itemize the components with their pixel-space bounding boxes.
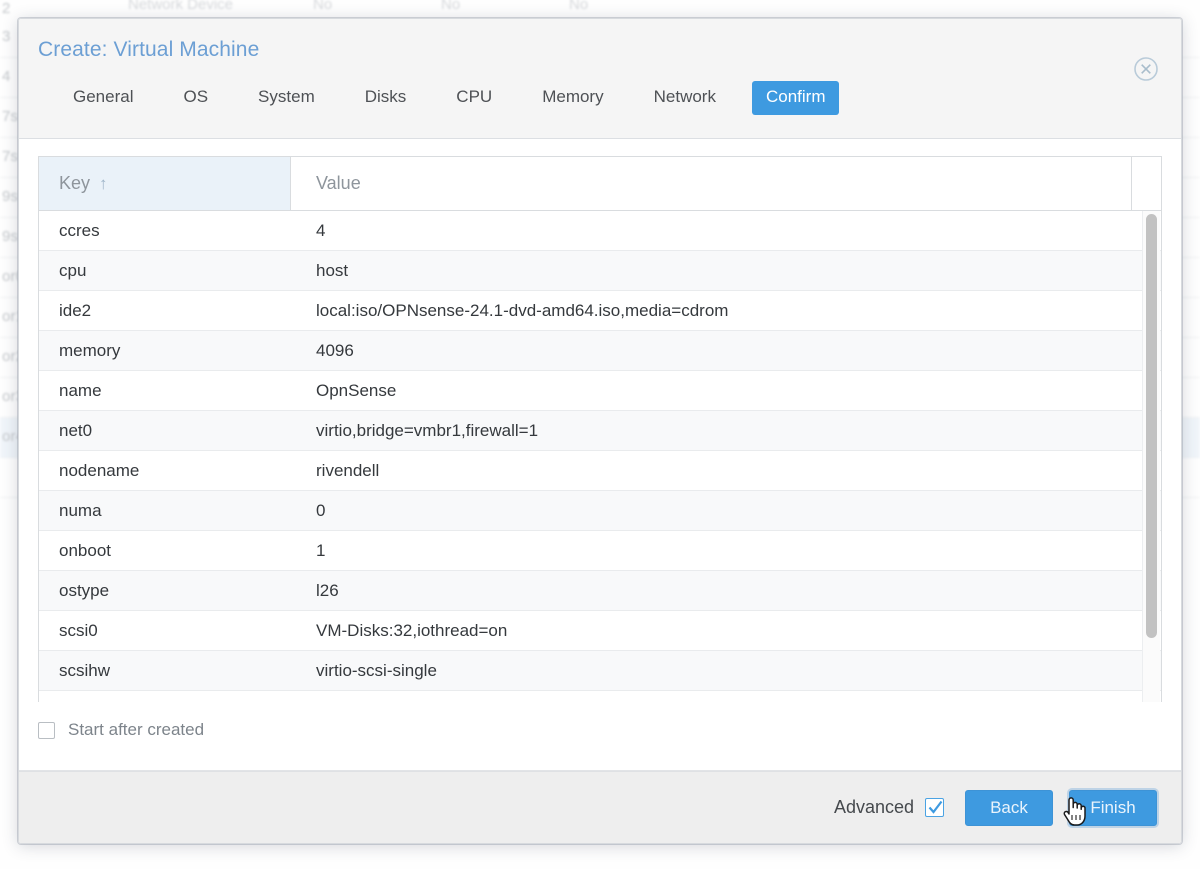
table-row[interactable]: net0 virtio,bridge=vmbr1,firewall=1 <box>39 411 1161 451</box>
advanced-label: Advanced <box>834 797 914 818</box>
table-row[interactable]: scsihw virtio-scsi-single <box>39 651 1161 691</box>
start-after-created-label: Start after created <box>68 720 204 740</box>
row-value: 4096 <box>291 341 1161 361</box>
row-value: 0 <box>291 501 1161 521</box>
create-vm-dialog: Create: Virtual Machine General OS Syste… <box>18 18 1182 844</box>
background-header-cell: Network Device <box>128 0 233 13</box>
table-row[interactable]: name OpnSense <box>39 371 1161 411</box>
row-key: nodename <box>39 461 291 481</box>
finish-button[interactable]: Finish <box>1069 790 1157 826</box>
row-key: scsi0 <box>39 621 291 641</box>
row-value: l26 <box>291 581 1161 601</box>
row-value: virtio-scsi-single <box>291 661 1161 681</box>
tab-confirm[interactable]: Confirm <box>752 81 840 115</box>
wizard-tabs: General OS System Disks CPU Memory Netwo… <box>19 81 1181 139</box>
background-row-label: 9s <box>2 228 18 245</box>
close-icon[interactable] <box>1133 56 1159 82</box>
row-key: ostype <box>39 581 291 601</box>
row-key: memory <box>39 341 291 361</box>
dialog-title: Create: Virtual Machine <box>38 38 259 62</box>
row-key: numa <box>39 501 291 521</box>
table-row[interactable]: ccres 4 <box>39 211 1161 251</box>
tab-network[interactable]: Network <box>640 81 730 115</box>
sort-ascending-icon: ↑ <box>99 175 108 192</box>
row-value: 4 <box>291 221 1161 241</box>
column-header-value[interactable]: Value <box>291 157 1132 210</box>
row-key: name <box>39 381 291 401</box>
row-key: onboot <box>39 541 291 561</box>
background-header-cell: No <box>441 0 460 13</box>
background-header-cell: No <box>569 0 588 13</box>
tab-os[interactable]: OS <box>169 81 222 115</box>
start-after-created-row: Start after created <box>38 702 1162 758</box>
table-row[interactable]: ide2 local:iso/OPNsense-24.1-dvd-amd64.i… <box>39 291 1161 331</box>
background-row-label: 2 <box>2 0 11 17</box>
row-key: net0 <box>39 421 291 441</box>
background-header-cell: No <box>313 0 332 13</box>
back-button[interactable]: Back <box>965 790 1053 826</box>
tab-memory[interactable]: Memory <box>528 81 617 115</box>
background-row-label: 9s <box>2 188 18 205</box>
column-header-value-label: Value <box>316 173 361 194</box>
table-row[interactable]: numa 0 <box>39 491 1161 531</box>
row-key: ide2 <box>39 301 291 321</box>
table-row[interactable]: ostype l26 <box>39 571 1161 611</box>
table-row[interactable]: cpu host <box>39 251 1161 291</box>
background-row-label: 7s <box>2 148 18 165</box>
grid-scroll-area: ccres 4 cpu host ide2 local:iso/OPNsense… <box>39 211 1161 702</box>
row-value: VM-Disks:32,iothread=on <box>291 621 1161 641</box>
table-row[interactable]: nodename rivendell <box>39 451 1161 491</box>
row-key: cpu <box>39 261 291 281</box>
column-header-pad <box>1132 157 1161 210</box>
table-row[interactable]: scsi0 VM-Disks:32,iothread=on <box>39 611 1161 651</box>
screen: Network Device No No No 2 3 4 7s 7s 9s 9… <box>0 0 1200 869</box>
table-row[interactable]: sockets 1 <box>39 691 1161 702</box>
start-after-created-checkbox[interactable] <box>38 722 55 739</box>
row-value: virtio,bridge=vmbr1,firewall=1 <box>291 421 1161 441</box>
tab-general[interactable]: General <box>59 81 147 115</box>
tab-system[interactable]: System <box>244 81 329 115</box>
row-value: rivendell <box>291 461 1161 481</box>
background-row-label: 4 <box>2 68 11 85</box>
background-row-label: 7s <box>2 108 18 125</box>
row-value: host <box>291 261 1161 281</box>
summary-grid: Key ↑ Value ccres 4 cpu host <box>38 156 1162 702</box>
row-key: scsihw <box>39 661 291 681</box>
row-value: 1 <box>291 541 1161 561</box>
table-row[interactable]: memory 4096 <box>39 331 1161 371</box>
dialog-header: Create: Virtual Machine <box>19 19 1181 81</box>
grid-header-row: Key ↑ Value <box>39 157 1161 211</box>
advanced-checkbox[interactable] <box>925 798 944 817</box>
row-value: local:iso/OPNsense-24.1-dvd-amd64.iso,me… <box>291 301 1161 321</box>
row-key: ccres <box>39 221 291 241</box>
dialog-footer: Advanced Back Finish <box>19 771 1181 843</box>
table-row[interactable]: onboot 1 <box>39 531 1161 571</box>
tab-cpu[interactable]: CPU <box>442 81 506 115</box>
column-header-key-label: Key <box>59 173 90 194</box>
tab-disks[interactable]: Disks <box>351 81 421 115</box>
background-row-label: 3 <box>2 28 11 45</box>
column-header-key[interactable]: Key ↑ <box>39 157 291 210</box>
grid-scrollbar-thumb[interactable] <box>1146 214 1157 638</box>
dialog-body: Key ↑ Value ccres 4 cpu host <box>19 139 1181 771</box>
row-value: OpnSense <box>291 381 1161 401</box>
background-table-header: Network Device No No No <box>0 0 1200 18</box>
grid-vertical-scrollbar[interactable] <box>1142 211 1160 702</box>
